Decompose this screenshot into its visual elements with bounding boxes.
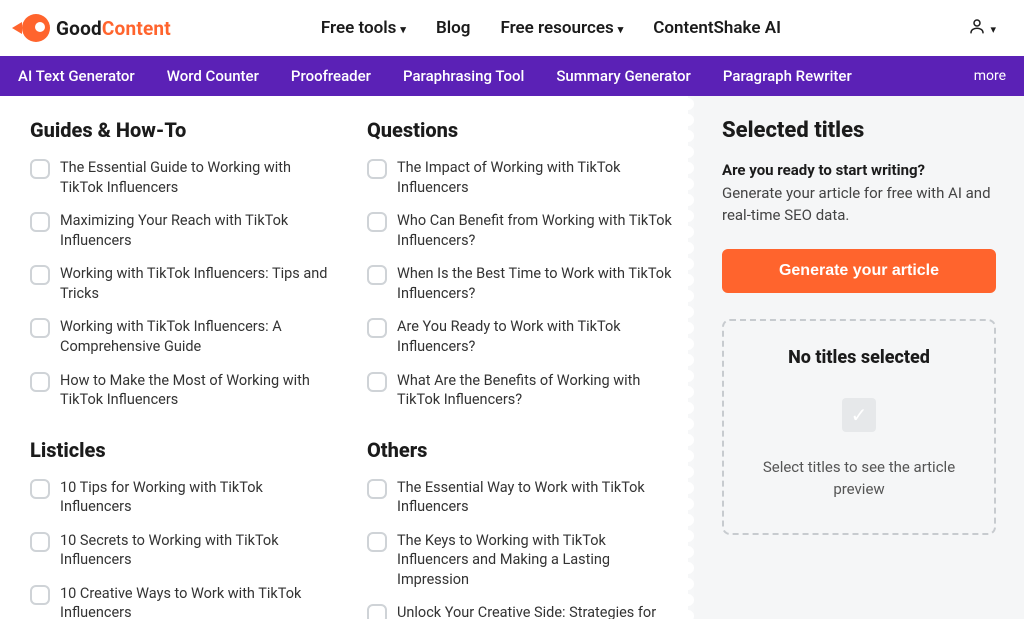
title-option[interactable]: The Impact of Working with TikTok Influe… (367, 158, 674, 197)
title-option-label: When Is the Best Time to Work with TikTo… (397, 264, 674, 303)
title-option-label: Working with TikTok Influencers: A Compr… (60, 317, 337, 356)
checkbox[interactable] (367, 159, 387, 179)
checkbox[interactable] (367, 532, 387, 552)
brand-text-content: Content (102, 17, 171, 40)
title-option-label: Working with TikTok Influencers: Tips an… (60, 264, 337, 303)
checkbox[interactable] (30, 212, 50, 232)
title-option[interactable]: Working with TikTok Influencers: A Compr… (30, 317, 337, 356)
title-option[interactable]: When Is the Best Time to Work with TikTo… (367, 264, 674, 303)
user-icon (968, 17, 986, 40)
title-option[interactable]: What Are the Benefits of Working with Ti… (367, 371, 674, 410)
toolbar-item-word-counter[interactable]: Word Counter (167, 67, 259, 85)
checkbox[interactable] (30, 532, 50, 552)
section-heading-listicles: Listicles (30, 438, 337, 462)
brand-text: GoodContent (56, 17, 171, 40)
nav-contentshake[interactable]: ContentShake AI (653, 18, 781, 38)
nav-blog[interactable]: Blog (436, 18, 471, 38)
selected-prompt-strong: Are you ready to start writing? (722, 161, 996, 179)
selected-titles-panel: Selected titles Are you ready to start w… (694, 96, 1024, 619)
title-option-label: How to Make the Most of Working with Tik… (60, 371, 337, 410)
checkbox[interactable] (30, 318, 50, 338)
checkbox[interactable] (367, 604, 387, 619)
selected-titles-heading: Selected titles (722, 118, 996, 143)
column-left: Guides & How-To The Essential Guide to W… (30, 118, 337, 619)
brand-logo[interactable]: GoodContent (12, 14, 171, 42)
title-option-label: The Essential Guide to Working with TikT… (60, 158, 337, 197)
title-option-label: What Are the Benefits of Working with Ti… (397, 371, 674, 410)
title-option[interactable]: 10 Tips for Working with TikTok Influenc… (30, 478, 337, 517)
section-heading-guides: Guides & How-To (30, 118, 337, 142)
tools-toolbar: AI Text Generator Word Counter Proofread… (0, 56, 1024, 96)
toolbar-item-paragraph-rewriter[interactable]: Paragraph Rewriter (723, 67, 852, 85)
nav-free-resources-label: Free resources (500, 18, 613, 38)
title-option[interactable]: 10 Secrets to Working with TikTok Influe… (30, 531, 337, 570)
checkbox[interactable] (367, 265, 387, 285)
title-option-label: The Keys to Working with TikTok Influenc… (397, 531, 674, 590)
chevron-down-icon: ▾ (618, 23, 624, 36)
title-option[interactable]: The Keys to Working with TikTok Influenc… (367, 531, 674, 590)
title-option[interactable]: The Essential Way to Work with TikTok In… (367, 478, 674, 517)
check-icon: ✓ (842, 398, 876, 432)
title-option-label: 10 Tips for Working with TikTok Influenc… (60, 478, 337, 517)
toolbar-item-proofreader[interactable]: Proofreader (291, 67, 371, 85)
empty-state-text: Select titles to see the article preview (742, 456, 976, 501)
main: Guides & How-To The Essential Guide to W… (0, 96, 1024, 619)
checkbox[interactable] (367, 372, 387, 392)
checkbox[interactable] (30, 479, 50, 499)
chevron-down-icon: ▾ (990, 23, 996, 36)
section-heading-questions: Questions (367, 118, 674, 142)
nav-blog-label: Blog (436, 18, 471, 38)
checkbox[interactable] (30, 265, 50, 285)
empty-state-box: No titles selected ✓ Select titles to se… (722, 319, 996, 535)
title-option[interactable]: 10 Creative Ways to Work with TikTok Inf… (30, 584, 337, 619)
nav-free-tools-label: Free tools (321, 18, 397, 38)
title-options-area: Guides & How-To The Essential Guide to W… (0, 96, 694, 619)
title-option[interactable]: Maximizing Your Reach with TikTok Influe… (30, 211, 337, 250)
title-option-label: 10 Creative Ways to Work with TikTok Inf… (60, 584, 337, 619)
checkbox[interactable] (367, 318, 387, 338)
toolbar-more[interactable]: more (974, 68, 1006, 84)
brand-logo-tail (12, 22, 22, 34)
brand-logo-icon (22, 14, 50, 42)
generate-article-button[interactable]: Generate your article (722, 249, 996, 293)
title-option-label: The Impact of Working with TikTok Influe… (397, 158, 674, 197)
title-option[interactable]: Working with TikTok Influencers: Tips an… (30, 264, 337, 303)
user-menu[interactable]: ▾ (968, 17, 996, 40)
brand-text-good: Good (56, 17, 102, 40)
title-option-label: 10 Secrets to Working with TikTok Influe… (60, 531, 337, 570)
nav-free-resources[interactable]: Free resources ▾ (500, 18, 623, 38)
title-option[interactable]: Are You Ready to Work with TikTok Influe… (367, 317, 674, 356)
nav-free-tools[interactable]: Free tools ▾ (321, 18, 406, 38)
nav-contentshake-label: ContentShake AI (653, 18, 781, 38)
main-nav: Free tools ▾ Blog Free resources ▾ Conte… (321, 18, 781, 38)
title-option-label: Maximizing Your Reach with TikTok Influe… (60, 211, 337, 250)
title-option-label: The Essential Way to Work with TikTok In… (397, 478, 674, 517)
chevron-down-icon: ▾ (400, 23, 406, 36)
title-option[interactable]: Unlock Your Creative Side: Strategies fo… (367, 603, 674, 619)
header: GoodContent Free tools ▾ Blog Free resou… (0, 0, 1024, 56)
title-option[interactable]: Who Can Benefit from Working with TikTok… (367, 211, 674, 250)
title-option-label: Unlock Your Creative Side: Strategies fo… (397, 603, 674, 619)
title-option-label: Who Can Benefit from Working with TikTok… (397, 211, 674, 250)
selected-prompt-sub: Generate your article for free with AI a… (722, 183, 996, 227)
toolbar-item-summary-generator[interactable]: Summary Generator (556, 67, 691, 85)
title-option[interactable]: How to Make the Most of Working with Tik… (30, 371, 337, 410)
empty-state-heading: No titles selected (742, 347, 976, 368)
toolbar-items: AI Text Generator Word Counter Proofread… (18, 67, 852, 85)
title-option-label: Are You Ready to Work with TikTok Influe… (397, 317, 674, 356)
checkbox[interactable] (30, 585, 50, 605)
checkbox[interactable] (367, 479, 387, 499)
checkbox[interactable] (30, 159, 50, 179)
title-option[interactable]: The Essential Guide to Working with TikT… (30, 158, 337, 197)
toolbar-item-ai-text-generator[interactable]: AI Text Generator (18, 67, 135, 85)
checkbox[interactable] (30, 372, 50, 392)
section-heading-others: Others (367, 438, 674, 462)
toolbar-item-paraphrasing-tool[interactable]: Paraphrasing Tool (403, 67, 524, 85)
column-right: Questions The Impact of Working with Tik… (367, 118, 674, 619)
checkbox[interactable] (367, 212, 387, 232)
